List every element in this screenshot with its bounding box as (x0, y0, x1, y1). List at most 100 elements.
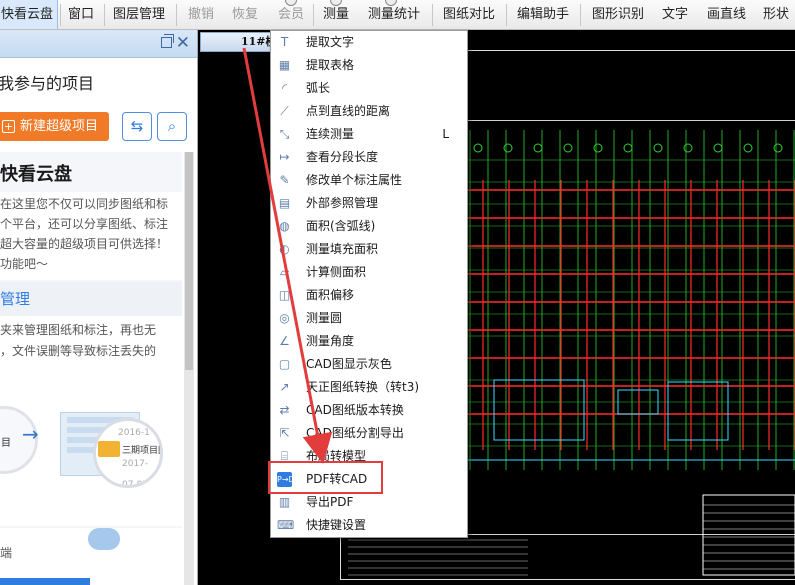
bottom-block: 端 (0, 528, 182, 585)
table-extract-icon: ▦ (278, 58, 291, 72)
intro-card-title: 快看云盘 (0, 164, 72, 185)
search-icon: ⌕ (167, 117, 177, 135)
menu-item-export-pdf[interactable]: ▥ 导出PDF (271, 491, 467, 514)
menu-item-label: 弧长 (306, 81, 331, 95)
menu-item-circle-measure[interactable]: ◎ 测量圆 (271, 307, 467, 330)
version-convert-icon: ⇄ (279, 403, 290, 417)
toolbar-separator (176, 4, 177, 26)
menu-item-text-extract[interactable]: T 提取文字 (271, 31, 467, 54)
menu-item-gray-display[interactable]: ▢ CAD图显示灰色 (271, 353, 467, 376)
menu-item-label: 外部参照管理 (306, 196, 379, 210)
bottom-text: 端 (0, 546, 13, 560)
menu-item-label: 测量圆 (306, 311, 343, 325)
menu-item-edit-annotation[interactable]: ✎ 修改单个标注属性 (271, 169, 467, 192)
menu-item-area-offset[interactable]: ◫ 面积偏移 (271, 284, 467, 307)
folder-icon (98, 441, 120, 457)
scrollbar-thumb[interactable] (185, 152, 193, 370)
toolbar-item-measure[interactable]: 测量 (323, 0, 349, 29)
menu-item-table-extract[interactable]: ▦ 提取表格 (271, 54, 467, 77)
toolbar-separator (506, 4, 507, 26)
menu-item-external-ref[interactable]: ▤ 外部参照管理 (271, 192, 467, 215)
external-ref-icon: ▤ (278, 196, 291, 210)
menu-item-tianzheng-convert[interactable]: ↗ 天正图纸转换（转t3) (271, 376, 467, 399)
menu-item-point-line-distance[interactable]: ⟋ 点到直线的距离 (271, 100, 467, 123)
menu-item-label: CAD图显示灰色 (306, 357, 392, 371)
menu-item-label: 面积(含弧线) (306, 219, 376, 233)
menu-item-shortcut: L (442, 127, 449, 141)
toolbar-item-layer-management[interactable]: 图层管理 (113, 0, 165, 29)
main-toolbar: 快看云盘 窗口 图层管理 撤销 恢复 会员 测量 测量统计 图纸对比 编辑助手 … (0, 0, 795, 30)
close-icon[interactable]: ✕ (176, 33, 190, 53)
toolbar-item-drawing-compare[interactable]: 图纸对比 (443, 0, 495, 29)
search-button[interactable]: ⌕ (157, 112, 187, 141)
menu-item-segment-length[interactable]: ↦ 查看分段长度 (271, 146, 467, 169)
menu-item-version-convert[interactable]: ⇄ CAD图纸版本转换 (271, 399, 467, 422)
menu-item-label: 计算侧面积 (306, 265, 367, 279)
toolbar-separator (104, 4, 105, 26)
toolbar-item-undo[interactable]: 撤销 (188, 0, 214, 29)
toolbar-item-redo[interactable]: 恢复 (232, 0, 258, 29)
toolbar-separator (580, 4, 581, 26)
gray-display-icon: ▢ (278, 357, 291, 371)
magnifier-illustration: 2016-1 三期项目图 2017-07-07 (93, 418, 163, 488)
toolbar-item-measure-stats[interactable]: 测量统计 (368, 0, 420, 29)
menu-item-label: 连续测量 (306, 127, 355, 141)
toolbar-item-edit-assistant[interactable]: 编辑助手 (517, 0, 569, 29)
section-desc: 夹来管理图纸和标注，再也无 ，文件误删等导致标注丢失的 目 → 2016-1 三… (0, 316, 182, 526)
intro-content: 快看云盘 在这里您不仅可以同步图纸和标 个平台，还可以分享图纸、标注 超大容量的… (0, 152, 182, 585)
circle-measure-icon: ◎ (279, 311, 290, 325)
menu-item-fill-area[interactable]: ◐ 测量填充面积 (271, 238, 467, 261)
side-area-icon: ▱ (279, 265, 290, 279)
menu-item-pdf-to-cad[interactable]: P→D PDF转CAD (271, 468, 467, 491)
desc-line: 超大容量的超级项目可供选择！ (0, 237, 169, 251)
toolbar-separator (313, 4, 314, 26)
menu-item-label: 修改单个标注属性 (306, 173, 403, 187)
menu-item-layout-to-model[interactable]: ⌸ 布局转模型 (271, 445, 467, 468)
desc-line: 功能吧～ (0, 257, 49, 271)
illustration-label: 目 (1, 438, 11, 449)
panel-heading: 我参与的项目 (0, 74, 95, 93)
menu-item-label: 快捷键设置 (306, 518, 367, 532)
menu-item-side-area[interactable]: ▱ 计算侧面积 (271, 261, 467, 284)
panel-scrollbar[interactable] (184, 152, 194, 585)
angle-measure-icon: ∠ (279, 334, 290, 348)
panel-titlebar: ✕ (0, 30, 197, 58)
menu-item-split-export[interactable]: ⇱ CAD图纸分割导出 (271, 422, 467, 445)
menu-item-area-arc[interactable]: ◍ 面积(含弧线) (271, 215, 467, 238)
menu-item-label: 布局转模型 (306, 449, 367, 463)
toolbar-item-shape-recognition[interactable]: 图形识别 (592, 0, 644, 29)
section-title: 管理 (0, 282, 182, 316)
toolbar-item-cloud-disk[interactable]: 快看云盘 (0, 0, 59, 29)
menu-item-continuous-measure[interactable]: ⤡ 连续测量 L (271, 123, 467, 146)
plus-icon: + (2, 120, 15, 133)
area-arc-icon: ◍ (279, 219, 290, 233)
menu-item-label: 测量填充面积 (306, 242, 379, 256)
arc-icon: ◜ (282, 81, 287, 95)
menu-item-label: 提取文字 (306, 35, 355, 49)
toolbar-item-shape[interactable]: 形状 (763, 0, 789, 29)
restore-icon[interactable] (161, 34, 174, 48)
split-export-icon: ⇱ (279, 426, 290, 440)
sync-icon: ⇆ (130, 117, 144, 135)
menu-item-label: PDF转CAD (306, 472, 368, 486)
sync-button[interactable]: ⇆ (122, 112, 152, 141)
toolbar-separator (432, 4, 433, 26)
pdf-to-cad-icon: P→D (277, 472, 295, 487)
menu-item-angle-measure[interactable]: ∠ 测量角度 (271, 330, 467, 353)
continuous-measure-icon: ⤡ (279, 127, 290, 141)
desc-line: 夹来管理图纸和标注，再也无 (0, 323, 157, 337)
toolbar-item-draw-line[interactable]: 画直线 (707, 0, 746, 29)
edit-annotation-icon: ✎ (279, 173, 290, 187)
menu-item-shortcut-settings[interactable]: ⌨ 快捷键设置 (271, 514, 467, 537)
toolbar-item-text[interactable]: 文字 (662, 0, 688, 29)
menu-item-label: 提取表格 (306, 58, 355, 72)
menu-item-arc[interactable]: ◜ 弧长 (271, 77, 467, 100)
edit-assistant-menu: T 提取文字 ▦ 提取表格 ◜ 弧长 ⟋ 点到直线的距离 ⤡ 连续测量 L ↦ 查看分段长度 ✎ 修改单个标… (270, 30, 468, 538)
menu-item-label: 天正图纸转换（转t3) (306, 380, 420, 394)
toolbar-item-window[interactable]: 窗口 (68, 0, 94, 29)
new-super-project-button[interactable]: + 新建超级项目 (0, 112, 109, 141)
bottom-action-bar[interactable] (0, 578, 90, 585)
shortcut-settings-icon: ⌨ (277, 518, 295, 532)
toolbar-item-member[interactable]: 会员 (278, 0, 304, 29)
tianzheng-convert-icon: ↗ (279, 380, 290, 394)
